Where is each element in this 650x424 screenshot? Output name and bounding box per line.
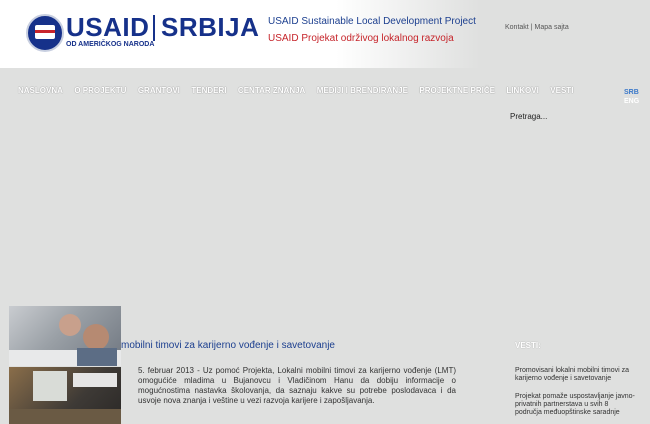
project-title-sr: USAID Projekat održivog lokalnog razvoja	[268, 33, 454, 44]
nav-item-tenderi[interactable]: TENDERI	[191, 86, 226, 95]
seal-stripe-shape	[35, 30, 55, 33]
nav-item-vesti[interactable]: VESTI	[550, 86, 573, 95]
nav-item-mediji[interactable]: MEDIJI I BRENDIRANJE	[317, 86, 408, 95]
project-title-en: USAID Sustainable Local Development Proj…	[268, 16, 476, 27]
article-photo-top[interactable]	[9, 306, 121, 366]
nav-item-linkovi[interactable]: LINKOVI	[506, 86, 538, 95]
usaid-seal-icon	[26, 14, 64, 52]
news-item-link[interactable]: Projekat pomaže uspostavljanje javno-pri…	[515, 393, 635, 417]
article-body: 5. februar 2013 - Uz pomoć Projekta, Lok…	[138, 366, 456, 405]
logo-usaid[interactable]: USAID	[66, 12, 149, 43]
utility-links: Kontakt | Mapa sajta	[505, 24, 569, 31]
news-item-link[interactable]: Promovisani lokalni mobilni timovi za ka…	[515, 367, 635, 383]
photo-person-shape	[83, 324, 109, 350]
utility-separator: |	[530, 24, 533, 31]
contact-link[interactable]: Kontakt	[505, 24, 529, 31]
lang-eng-link[interactable]: ENG	[624, 97, 639, 106]
search-input[interactable]	[505, 110, 605, 122]
photo-banner-shape	[73, 373, 117, 387]
nav-item-centar-znanja[interactable]: CENTAR ZNANJA	[238, 86, 305, 95]
article-photo-bottom[interactable]	[9, 367, 121, 424]
header: USAID SRBIJA OD AMERIČKOG NARODA USAID S…	[0, 0, 650, 68]
news-heading: VESTI:	[515, 341, 541, 350]
nav-item-projektne-price[interactable]: PROJEKTNE PRIČE	[419, 86, 495, 95]
article-title-link[interactable]: mobilni timovi za karijerno vođenje i sa…	[121, 340, 335, 351]
nav-item-naslovna[interactable]: NASLOVNA	[18, 86, 63, 95]
lang-srb-link[interactable]: SRB	[624, 88, 639, 97]
logo-srbija[interactable]: SRBIJA	[161, 12, 259, 43]
logo-separator	[153, 15, 155, 41]
photo-shirt-shape	[77, 348, 117, 366]
main-nav: NASLOVNA O PROJEKTU GRANTOVI TENDERI CEN…	[18, 80, 580, 95]
nav-item-grantovi[interactable]: GRANTOVI	[138, 86, 180, 95]
photo-person-shape	[59, 314, 81, 336]
nav-item-o-projektu[interactable]: O PROJEKTU	[74, 86, 126, 95]
logo-subtitle: OD AMERIČKOG NARODA	[66, 41, 155, 48]
sitemap-link[interactable]: Mapa sajta	[534, 24, 568, 31]
language-switcher: SRB ENG	[624, 88, 639, 106]
photo-table-shape	[9, 409, 121, 424]
photo-window-shape	[33, 371, 67, 401]
